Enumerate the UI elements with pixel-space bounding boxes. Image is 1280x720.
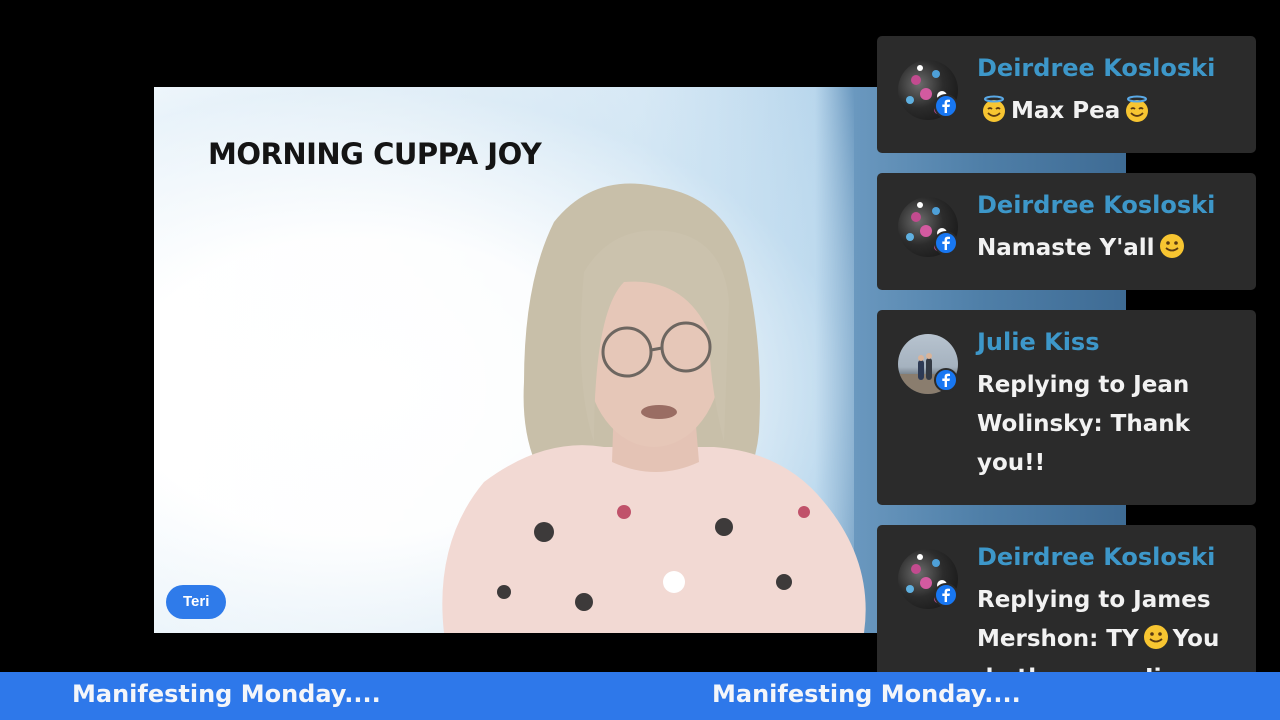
message-text-content: Namaste Y'all: [977, 235, 1155, 261]
facebook-icon: [934, 94, 958, 118]
message-text: Max Pea: [977, 92, 1239, 131]
presenter-name-badge: Teri: [166, 585, 227, 619]
facebook-icon: [934, 368, 958, 392]
show-title: MORNING CUPPA JOY: [208, 137, 542, 171]
facebook-icon: [934, 231, 958, 255]
message-author: Julie Kiss: [977, 328, 1100, 356]
chat-overlay: Deirdree Kosloski Max Pea Deirdree Koslo…: [877, 36, 1256, 672]
slight-smile-emoji-icon: [1143, 625, 1168, 649]
presenter-video-feed: [442, 183, 866, 633]
message-author: Deirdree Kosloski: [977, 543, 1216, 571]
message-text: Replying to Jean Wolinsky: Thank you!!: [977, 372, 1190, 476]
message-author: Deirdree Kosloski: [977, 191, 1216, 219]
message-author: Deirdree Kosloski: [977, 54, 1216, 82]
message-text: Namaste Y'all: [977, 229, 1239, 268]
message-text: Replying to James Mershon: TY You do the…: [977, 581, 1239, 672]
chat-message: Deirdree Kosloski Namaste Y'all: [877, 173, 1256, 290]
halo-smile-emoji-icon: [983, 95, 1005, 122]
chat-message: Deirdree Kosloski Replying to James Mers…: [877, 525, 1256, 672]
ticker-item: Manifesting Monday....: [712, 680, 1021, 708]
bottom-ticker: Manifesting Monday.... Manifesting Monda…: [0, 672, 1280, 720]
facebook-icon: [934, 583, 958, 607]
chat-message: Julie Kiss Replying to Jean Wolinsky: Th…: [877, 310, 1256, 505]
slight-smile-emoji-icon: [1159, 234, 1184, 258]
chat-message: Deirdree Kosloski Max Pea: [877, 36, 1256, 153]
message-text-content: Max Pea: [1011, 98, 1121, 124]
ticker-item: Manifesting Monday....: [72, 680, 381, 708]
halo-smile-emoji-icon: [1126, 95, 1149, 122]
